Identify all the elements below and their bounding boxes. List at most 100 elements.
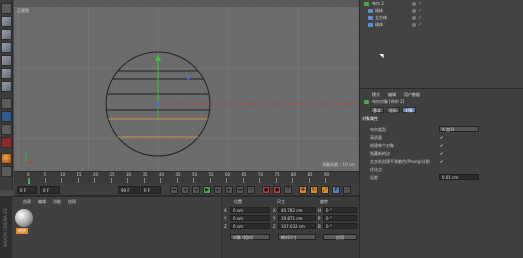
points-mode-icon[interactable] [1,55,12,66]
loop-icon[interactable]: ↻ [247,186,255,194]
material-name[interactable]: 材质 [16,228,28,234]
object-name[interactable]: 立方体 [375,15,387,21]
object-name[interactable]: 布尔 2 [372,1,384,7]
position-key-icon[interactable]: ✥ [299,186,307,194]
attr-menu-edit[interactable]: 编辑 [388,92,396,98]
coord-size-select[interactable]: 绝对尺寸 [278,234,316,240]
enabled-check-icon[interactable]: ✓ [418,22,422,28]
autokey-icon[interactable]: ● [273,186,281,194]
timeline-tick [127,178,128,183]
material-menu-function[interactable]: 功能 [53,199,61,205]
go-to-end-icon[interactable]: ⏭ [236,186,244,194]
attr-label-single-object: 创建单个对象 [370,143,394,148]
tolerance-field[interactable]: 0.01 cm [439,174,479,180]
object-row[interactable]: 布尔 2 ✓ [360,1,523,7]
planar-workplane-icon[interactable] [1,166,12,177]
rotation-p-field[interactable]: 0 ° [323,215,357,221]
boolean-type-select[interactable]: A 加 B [439,126,479,132]
rotation-key-icon[interactable]: ↻ [310,186,318,194]
material-menu-edit[interactable]: 编辑 [38,199,46,205]
size-z-field[interactable]: 107.032 cm [278,223,316,229]
polygons-mode-icon[interactable] [1,81,12,92]
viewport-canvas[interactable] [14,0,359,171]
material-menu-create[interactable]: 创建 [23,199,31,205]
object-row[interactable]: 球体 ✓ [360,22,523,28]
workplane-icon[interactable] [1,42,12,53]
viewport[interactable]: 正视图 网格间距 : 10 cm [14,0,359,171]
prev-key-icon[interactable]: ◂ [181,186,189,194]
coord-x-label: X [224,208,227,213]
make-editable-icon[interactable] [1,3,12,14]
pla-key-icon[interactable]: ⋯ [343,186,351,194]
keyframe-selection-icon[interactable]: ? [284,186,292,194]
enabled-check-icon[interactable]: ✓ [418,15,422,21]
attr-menu-mode[interactable]: 模式 [372,92,380,98]
material-menu-texture[interactable]: 纹理 [68,199,76,205]
tweak-mode-icon[interactable] [1,111,12,122]
size-y-field[interactable]: 19.871 cm [278,215,316,221]
timeline-tick-label: 75 [274,172,280,177]
size-x-field[interactable]: 40.782 cm [278,207,316,213]
object-row[interactable]: 立方体 ✓ [360,15,523,21]
visibility-dot-icon[interactable] [412,2,416,6]
enable-axis-icon[interactable] [1,98,12,109]
coord-mode-select[interactable]: 对象 (相对) [230,234,270,240]
timeline-tick [325,178,326,183]
prev-frame-icon[interactable]: ◂ [192,186,200,194]
tab-basic[interactable]: 基本 [370,107,384,113]
next-frame-icon[interactable]: ▸ [214,186,222,194]
object-row[interactable]: 球体 ✓ [360,8,523,14]
timeline[interactable]: 0 5 10 15 20 25 30 35 40 45 50 55 60 65 70 75 80 85 90 [14,171,359,185]
sculpt-icon[interactable] [1,153,12,164]
timeline-tick [259,178,260,183]
edges-mode-icon[interactable] [1,68,12,79]
coordinates-manager: 位置 尺寸 旋转 X 0 cm X 40.782 cm H 0 ° Y 0 cm… [221,196,359,258]
end-frame-field[interactable]: 90 F [118,186,140,194]
model-mode-icon[interactable] [1,16,12,27]
tab-object[interactable]: 对象 [402,107,416,113]
attr-label-hide-edges: 隐藏新的边 [370,151,390,156]
enabled-check-icon[interactable]: ✓ [418,1,422,7]
gizmo-center[interactable] [156,102,160,106]
apply-button[interactable]: 应用 [323,234,357,240]
visibility-dot-icon[interactable] [412,9,416,13]
sphere-icon [368,23,373,27]
end-frame-preview-field[interactable]: 0 F [141,186,161,194]
object-name[interactable]: 球体 [375,22,383,28]
high-quality-checkbox[interactable]: ✔ [440,135,443,140]
attr-menu-userdata[interactable]: 用户数据 [404,92,420,98]
current-frame-field[interactable]: 0 F [17,186,37,194]
single-object-checkbox[interactable]: ✔ [440,143,443,148]
boolean-icon [364,100,369,104]
phong-break-checkbox[interactable]: ✔ [440,159,443,164]
param-key-icon[interactable]: P [332,186,340,194]
visibility-dot-icon[interactable] [412,16,416,20]
viewport-label[interactable]: 正视图 [17,8,29,14]
position-x-field[interactable]: 0 cm [230,207,270,213]
play-icon[interactable]: ▶ [203,186,211,194]
rotation-h-field[interactable]: 0 ° [323,207,357,213]
scale-key-icon[interactable]: ⤢ [321,186,329,194]
timeline-tick-label: 85 [307,172,313,177]
hide-edges-checkbox[interactable]: ✔ [440,151,443,156]
record-icon[interactable]: ● [262,186,270,194]
position-z-field[interactable]: 0 cm [230,223,270,229]
snap-icon[interactable] [1,124,12,135]
grid-spacing-label: 网格间距 : 10 cm [322,162,355,167]
rotation-b-field[interactable]: 0 ° [323,223,357,229]
go-to-start-icon[interactable]: ⏮ [170,186,178,194]
next-key-icon[interactable]: ▸ [225,186,233,194]
tab-coord[interactable]: 坐标 [386,107,400,113]
start-frame-field[interactable]: 0 F [40,186,60,194]
size-y-label: Y [273,216,276,221]
texture-mode-icon[interactable] [1,29,12,40]
material-preview-ball[interactable] [15,209,33,227]
position-y-field[interactable]: 0 cm [230,215,270,221]
timeline-tick-label: 10 [60,172,66,177]
enabled-check-icon[interactable]: ✓ [418,8,422,14]
timeline-tick [226,178,227,183]
visibility-dot-icon[interactable] [412,23,416,27]
object-name[interactable]: 球体 [375,8,383,14]
locked-workplane-icon[interactable] [1,137,12,148]
timeline-tick [292,178,293,183]
